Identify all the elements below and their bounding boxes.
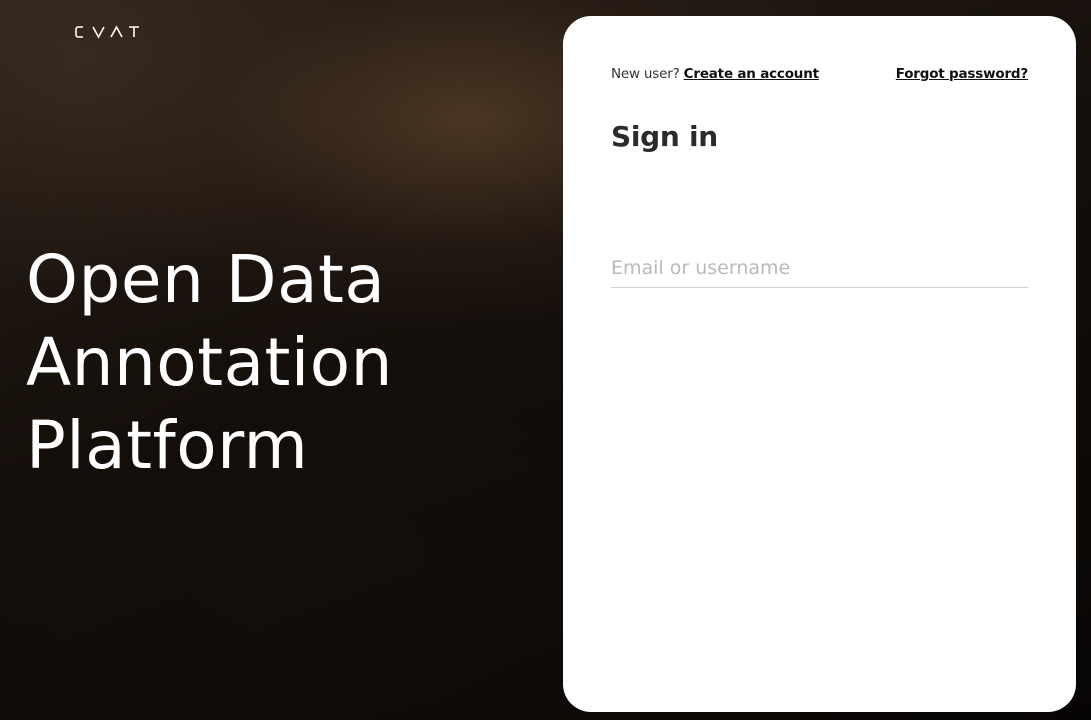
- signin-card-header: New user? Create an account Forgot passw…: [611, 66, 1028, 86]
- hero-line: Annotation: [26, 324, 393, 401]
- cvat-logo-icon: [75, 25, 139, 39]
- create-account-link[interactable]: Create an account: [684, 66, 819, 82]
- hero-line: Open Data: [26, 241, 386, 318]
- new-user-label: New user?: [611, 66, 680, 82]
- cvat-logo: [75, 22, 145, 42]
- signin-title: Sign in: [611, 120, 718, 153]
- hero-line: Platform: [26, 407, 309, 484]
- new-user-prompt: New user? Create an account: [611, 66, 819, 82]
- forgot-password-link[interactable]: Forgot password?: [896, 66, 1028, 82]
- signin-card: New user? Create an account Forgot passw…: [563, 16, 1076, 712]
- hero-heading: Open Data Annotation Platform: [26, 238, 546, 487]
- email-or-username-input[interactable]: [611, 248, 1028, 288]
